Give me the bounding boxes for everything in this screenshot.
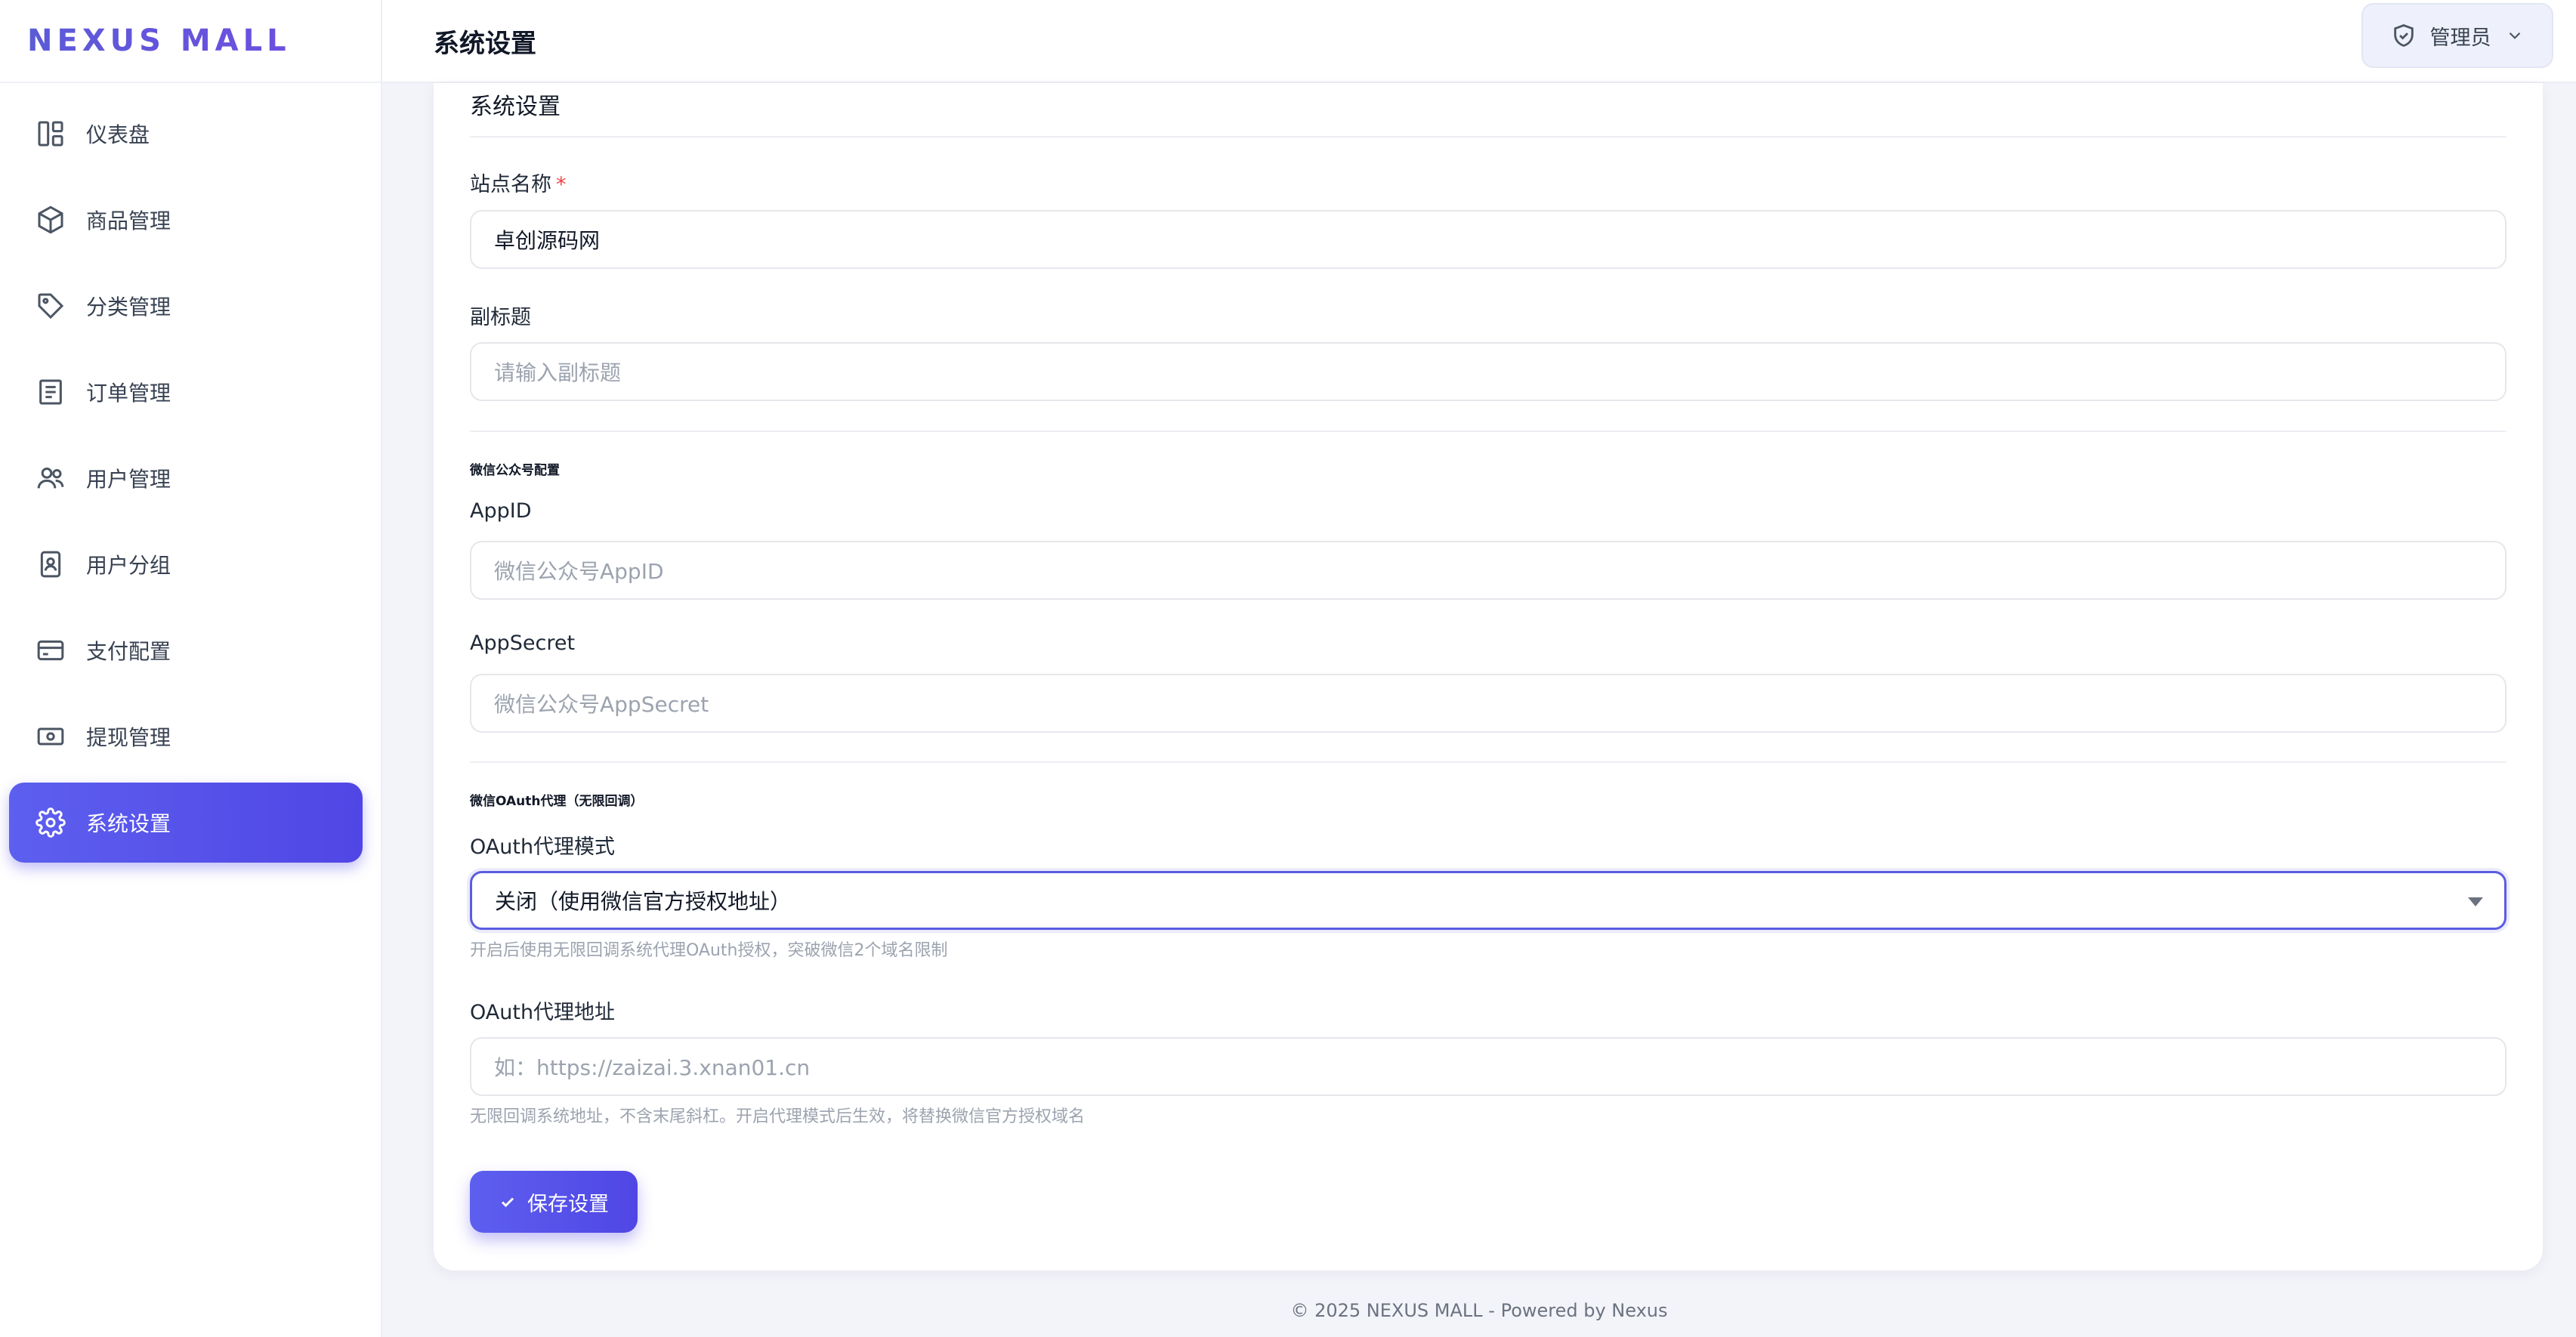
user-role-label: 管理员: [2429, 26, 2491, 50]
settings-card: 系统设置 站点名称 * 卓创源码网 副标题 请输入副标题 微信公众号配置 AppI…: [434, 83, 2543, 1271]
sidebar-item-label: 分类管理: [86, 295, 171, 320]
receipt-icon: [35, 376, 66, 408]
sidebar-item-label: 商品管理: [86, 208, 171, 233]
oauth-url-label: OAuth代理地址: [470, 1001, 616, 1024]
sidebar-item-label: 支付配置: [86, 639, 171, 664]
oauth-mode-label: OAuth代理模式: [470, 835, 616, 859]
divider: [470, 136, 2507, 137]
sidebar-item-orders[interactable]: 订单管理: [9, 352, 363, 432]
sidebar-item-user-groups[interactable]: 用户分组: [9, 524, 363, 604]
chevron-down-icon: [2509, 32, 2520, 39]
required-mark: *: [556, 173, 567, 196]
user-menu-button[interactable]: 管理员: [2361, 3, 2553, 68]
oauth-mode-select[interactable]: 关闭（使用微信官方授权地址）: [470, 871, 2507, 930]
brand-logo[interactable]: NEXUS MALL: [0, 0, 381, 83]
oauth-mode-hint: 开启后使用无限回调系统代理OAuth授权，突破微信2个域名限制: [470, 941, 948, 960]
section-title: 系统设置: [470, 94, 561, 120]
cash-icon: [35, 721, 66, 752]
sidebar-item-settings[interactable]: 系统设置: [9, 783, 363, 863]
site-name-label-text: 站点名称: [470, 173, 551, 196]
brand-name: NEXUS MALL: [27, 23, 291, 58]
divider: [470, 761, 2507, 763]
sidebar-item-categories[interactable]: 分类管理: [9, 266, 363, 346]
site-name-label: 站点名称 *: [470, 168, 567, 197]
sidebar: NEXUS MALL 仪表盘 商品管理 分类管理 订单管理 用户管理 用户分组 …: [0, 0, 382, 1337]
caret-down-icon: [2468, 897, 2483, 906]
appsecret-input[interactable]: 微信公众号AppSecret: [470, 674, 2507, 733]
appid-label: AppID: [470, 499, 532, 523]
sidebar-item-users[interactable]: 用户管理: [9, 438, 363, 518]
top-header: 系统设置 管理员: [382, 0, 2576, 83]
oauth-url-hint: 无限回调系统地址，不含末尾斜杠。开启代理模式后生效，将替换微信官方授权域名: [470, 1107, 1086, 1126]
shield-icon: [2393, 24, 2414, 47]
sidebar-item-label: 提现管理: [86, 725, 171, 750]
badge-icon: [35, 548, 66, 580]
dashboard-icon: [35, 118, 66, 150]
save-button[interactable]: 保存设置: [470, 1171, 638, 1233]
gear-icon: [35, 807, 66, 838]
page-title: 系统设置: [434, 28, 536, 59]
subtitle-input[interactable]: 请输入副标题: [470, 342, 2507, 401]
oauth-mode-value: 关闭（使用微信官方授权地址）: [495, 889, 792, 914]
footer: © 2025 NEXUS MALL - Powered by Nexus: [1290, 1300, 1668, 1321]
check-icon: [501, 1197, 514, 1208]
box-icon: [35, 204, 66, 236]
save-button-label: 保存设置: [527, 1192, 609, 1216]
sidebar-item-products[interactable]: 商品管理: [9, 180, 363, 260]
sidebar-item-label: 用户管理: [86, 467, 171, 492]
sidebar-item-label: 用户分组: [86, 553, 171, 578]
appsecret-label: AppSecret: [470, 631, 576, 655]
appid-input[interactable]: 微信公众号AppID: [470, 541, 2507, 600]
sidebar-nav: 仪表盘 商品管理 分类管理 订单管理 用户管理 用户分组 支付配置 提现管理 系…: [0, 83, 381, 863]
credit-card-icon: [35, 635, 66, 666]
sidebar-item-payment[interactable]: 支付配置: [9, 610, 363, 690]
sidebar-item-withdrawals[interactable]: 提现管理: [9, 696, 363, 777]
users-icon: [35, 462, 66, 494]
sidebar-item-label: 系统设置: [86, 811, 171, 836]
sidebar-item-label: 仪表盘: [86, 122, 150, 147]
subtitle-label: 副标题: [470, 306, 531, 329]
oauth-url-input[interactable]: 如：https://zaizai.3.xnan01.cn: [470, 1037, 2507, 1096]
tag-icon: [35, 290, 66, 322]
site-name-input[interactable]: 卓创源码网: [470, 210, 2507, 269]
divider: [470, 431, 2507, 432]
sidebar-item-dashboard[interactable]: 仪表盘: [9, 94, 363, 174]
sidebar-item-label: 订单管理: [86, 381, 171, 406]
oauth-proxy-title: 微信OAuth代理（无限回调）: [470, 794, 644, 809]
wechat-config-title: 微信公众号配置: [470, 463, 560, 478]
